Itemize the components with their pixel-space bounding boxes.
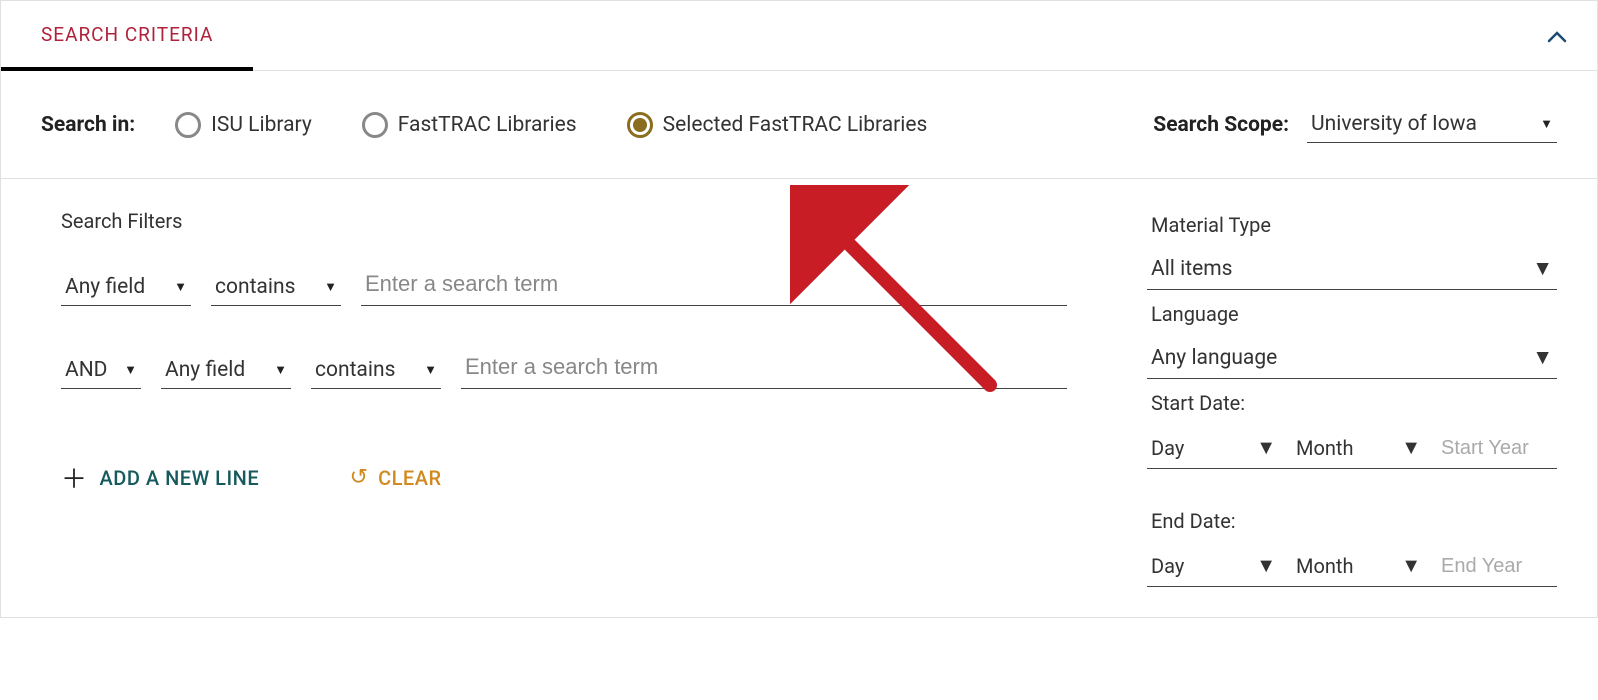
radio-fasttrac-libraries[interactable]: FastTRAC Libraries: [362, 112, 577, 138]
material-type-label: Material Type: [1147, 209, 1557, 241]
radio-label: ISU Library: [211, 113, 312, 137]
tab-search-criteria[interactable]: SEARCH CRITERIA: [1, 2, 253, 71]
radio-label: FastTRAC Libraries: [398, 113, 577, 137]
radio-icon: [175, 112, 201, 138]
tab-label: SEARCH CRITERIA: [41, 23, 213, 46]
dropdown-value: contains: [215, 275, 295, 299]
plus-icon: ＋: [61, 459, 88, 496]
search-in-row: Search in: ISU Library FastTRAC Librarie…: [1, 71, 1597, 179]
action-label: CLEAR: [378, 466, 442, 490]
dropdown-value: AND: [65, 358, 107, 382]
action-label: ADD A NEW LINE: [100, 466, 260, 490]
spacer: [1147, 477, 1557, 497]
dropdown-value: Month: [1296, 436, 1353, 460]
caret-down-icon: ▼: [324, 279, 337, 295]
language-label: Language: [1147, 298, 1557, 330]
material-type-dropdown[interactable]: All items ▼: [1147, 249, 1557, 290]
operator-dropdown[interactable]: contains ▼: [211, 269, 341, 306]
end-date-row: Day ▼ Month ▼: [1147, 545, 1557, 587]
end-month-dropdown[interactable]: Month ▼: [1292, 545, 1425, 586]
search-filters-column: Search Filters Any field ▼ contains ▼ AN…: [61, 209, 1067, 587]
caret-down-icon: ▼: [124, 362, 137, 378]
filter-actions-row: ＋ ADD A NEW LINE ↻ CLEAR: [61, 459, 1067, 496]
search-in-radio-group: ISU Library FastTRAC Libraries Selected …: [175, 112, 927, 138]
caret-down-icon: ▼: [1401, 435, 1421, 460]
filter-line-1: Any field ▼ contains ▼: [61, 263, 1067, 306]
radio-icon-selected: [627, 112, 653, 138]
search-body: Search Filters Any field ▼ contains ▼ AN…: [1, 179, 1597, 617]
operator-dropdown[interactable]: contains ▼: [311, 352, 441, 389]
search-filters-heading: Search Filters: [61, 209, 1067, 233]
dropdown-value: Day: [1151, 554, 1184, 578]
search-scope-label: Search Scope:: [1153, 113, 1289, 137]
chevron-up-icon[interactable]: [1547, 26, 1567, 46]
search-scope-group: Search Scope: University of Iowa ▼: [1153, 106, 1557, 143]
caret-down-icon: ▼: [274, 362, 287, 378]
right-filters-column: Material Type All items ▼ Language Any l…: [1147, 209, 1557, 587]
radio-isu-library[interactable]: ISU Library: [175, 112, 312, 138]
dropdown-value: Any field: [65, 275, 145, 299]
search-in-label: Search in:: [41, 113, 135, 137]
field-dropdown[interactable]: Any field ▼: [61, 269, 191, 306]
end-year-input[interactable]: [1437, 547, 1557, 586]
caret-down-icon: ▼: [1540, 116, 1553, 132]
search-term-input[interactable]: [461, 346, 1067, 389]
radio-selected-fasttrac-libraries[interactable]: Selected FastTRAC Libraries: [627, 112, 928, 138]
caret-down-icon: ▼: [1256, 553, 1276, 578]
boolean-dropdown[interactable]: AND ▼: [61, 352, 141, 389]
undo-icon: ↻: [349, 465, 368, 490]
caret-down-icon: ▼: [174, 279, 187, 295]
filter-line-2: AND ▼ Any field ▼ contains ▼: [61, 346, 1067, 389]
radio-label: Selected FastTRAC Libraries: [663, 113, 928, 137]
caret-down-icon: ▼: [424, 362, 437, 378]
dropdown-value: All items: [1151, 257, 1233, 281]
dropdown-value: contains: [315, 358, 395, 382]
language-dropdown[interactable]: Any language ▼: [1147, 338, 1557, 379]
start-month-dropdown[interactable]: Month ▼: [1292, 427, 1425, 468]
dropdown-value: Any field: [165, 358, 245, 382]
tab-bar: SEARCH CRITERIA: [1, 1, 1597, 71]
start-year-input[interactable]: [1437, 429, 1557, 468]
caret-down-icon: ▼: [1401, 553, 1421, 578]
dropdown-value: Any language: [1151, 346, 1277, 370]
field-dropdown[interactable]: Any field ▼: [161, 352, 291, 389]
dropdown-value: Month: [1296, 554, 1353, 578]
start-date-row: Day ▼ Month ▼: [1147, 427, 1557, 469]
dropdown-value: Day: [1151, 436, 1184, 460]
caret-down-icon: ▼: [1532, 257, 1553, 281]
radio-inner-dot: [633, 118, 647, 132]
caret-down-icon: ▼: [1532, 346, 1553, 370]
add-new-line-button[interactable]: ＋ ADD A NEW LINE: [61, 459, 259, 496]
search-scope-dropdown[interactable]: University of Iowa ▼: [1307, 106, 1557, 143]
end-date-label: End Date:: [1147, 505, 1557, 537]
caret-down-icon: ▼: [1256, 435, 1276, 460]
radio-icon: [362, 112, 388, 138]
start-day-dropdown[interactable]: Day ▼: [1147, 427, 1280, 468]
search-criteria-panel: SEARCH CRITERIA Search in: ISU Library F…: [0, 0, 1598, 618]
search-term-input[interactable]: [361, 263, 1067, 306]
dropdown-value: University of Iowa: [1311, 112, 1477, 136]
start-date-label: Start Date:: [1147, 387, 1557, 419]
clear-button[interactable]: ↻ CLEAR: [349, 465, 441, 490]
end-day-dropdown[interactable]: Day ▼: [1147, 545, 1280, 586]
